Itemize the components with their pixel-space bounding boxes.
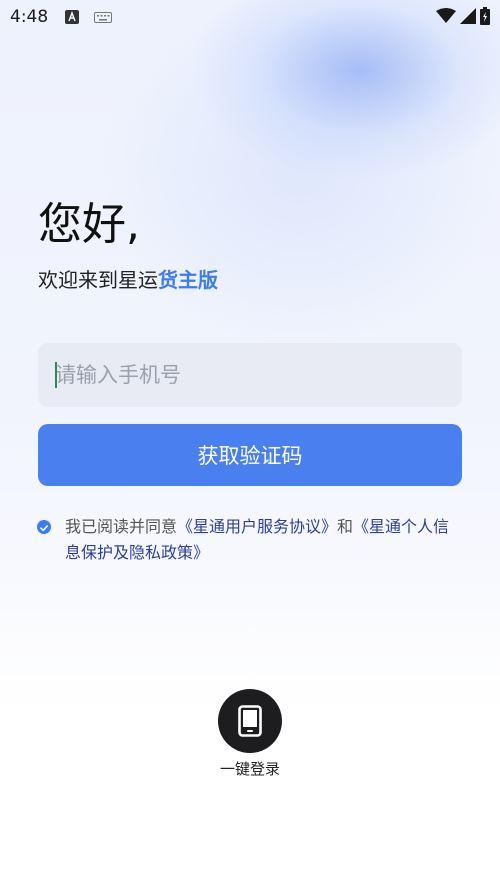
get-code-button[interactable]: 获取验证码 [38, 424, 462, 486]
one-key-login-button[interactable] [218, 689, 282, 753]
signal-icon [460, 8, 476, 24]
agreement-text: 我已阅读并同意《星通用户服务协议》和《星通个人信息保护及隐私政策》 [65, 514, 460, 566]
agreement-conjunction: 和 [337, 517, 354, 536]
user-service-agreement-link[interactable]: 《星通用户服务协议》 [177, 517, 337, 536]
status-icons [436, 7, 490, 25]
text-caret [55, 362, 57, 388]
phone-input-container [38, 343, 462, 407]
one-key-login-label: 一键登录 [219, 760, 280, 778]
a-notification-icon [65, 10, 79, 24]
battery-icon [480, 7, 490, 25]
phone-icon [238, 705, 262, 737]
greeting-title: 您好, [38, 199, 140, 250]
agreement-prefix: 我已阅读并同意 [65, 517, 178, 536]
agreement-checkbox[interactable] [37, 520, 51, 534]
check-icon [40, 525, 48, 532]
status-bar: 4:48 [0, 0, 500, 34]
welcome-accent: 货主版 [158, 268, 218, 292]
wifi-icon [436, 8, 456, 23]
phone-input[interactable] [38, 343, 462, 407]
status-time: 4:48 [10, 7, 49, 27]
welcome-prefix: 欢迎来到星运 [38, 268, 158, 292]
keyboard-icon [94, 12, 112, 23]
welcome-text: 欢迎来到星运货主版 [38, 264, 218, 293]
